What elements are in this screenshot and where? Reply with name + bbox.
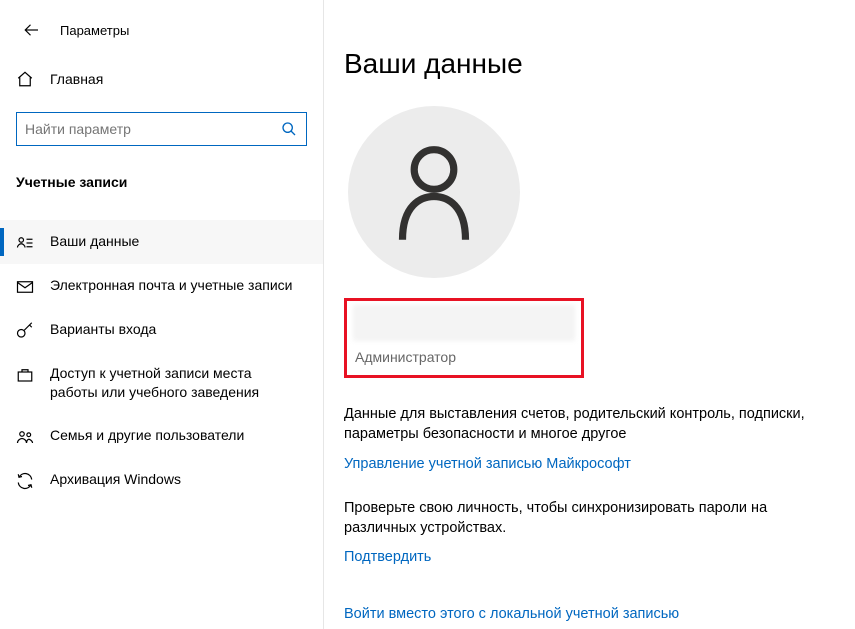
avatar[interactable] — [348, 106, 520, 278]
people-icon — [16, 428, 38, 446]
account-name-redacted — [353, 305, 575, 341]
briefcase-icon — [16, 366, 38, 384]
sidebar-item-label: Варианты входа — [50, 320, 164, 339]
page-title: Ваши данные — [344, 48, 855, 80]
back-button[interactable] — [16, 14, 48, 46]
sidebar-section-header: Учетные записи — [0, 174, 323, 190]
account-role: Администратор — [353, 349, 575, 365]
sidebar: Параметры Главная Учетные записи Ваши да… — [0, 0, 324, 629]
mail-icon — [16, 278, 38, 296]
avatar-container — [348, 106, 855, 278]
sidebar-home[interactable]: Главная — [0, 64, 323, 94]
arrow-left-icon — [23, 21, 41, 39]
verify-block: Проверьте свою личность, чтобы синхрониз… — [344, 498, 814, 566]
search-input[interactable] — [25, 113, 280, 145]
sidebar-item-family[interactable]: Семья и другие пользователи — [0, 414, 323, 458]
sidebar-item-backup[interactable]: Архивация Windows — [0, 458, 323, 502]
sidebar-item-label: Архивация Windows — [50, 470, 189, 489]
sidebar-item-work-school[interactable]: Доступ к учетной записи места работы или… — [0, 352, 323, 414]
verify-link[interactable]: Подтвердить — [344, 549, 431, 565]
billing-text: Данные для выставления счетов, родительс… — [344, 404, 814, 445]
manage-account-link[interactable]: Управление учетной записью Майкрософт — [344, 456, 631, 472]
local-account-link[interactable]: Войти вместо этого с локальной учетной з… — [344, 606, 679, 622]
sync-icon — [16, 472, 38, 490]
sidebar-item-label: Электронная почта и учетные записи — [50, 276, 300, 295]
sidebar-item-your-info[interactable]: Ваши данные — [0, 220, 323, 264]
sidebar-item-label: Семья и другие пользователи — [50, 426, 252, 445]
sidebar-item-label: Ваши данные — [50, 232, 147, 251]
main-content: Ваши данные Администратор Данные для выс… — [324, 0, 855, 629]
account-name-box: Администратор — [344, 298, 584, 378]
key-icon — [16, 322, 38, 340]
sidebar-item-email-accounts[interactable]: Электронная почта и учетные записи — [0, 264, 323, 308]
home-icon — [16, 70, 38, 88]
sidebar-item-signin-options[interactable]: Варианты входа — [0, 308, 323, 352]
verify-text: Проверьте свою личность, чтобы синхрониз… — [344, 498, 814, 539]
search-box[interactable] — [16, 112, 307, 146]
search-icon — [280, 121, 298, 137]
billing-block: Данные для выставления счетов, родительс… — [344, 404, 814, 472]
window-title: Параметры — [60, 23, 129, 38]
titlebar: Параметры — [0, 14, 323, 46]
person-icon — [389, 142, 479, 242]
sidebar-home-label: Главная — [50, 71, 103, 87]
id-card-icon — [16, 234, 38, 252]
sidebar-item-label: Доступ к учетной записи места работы или… — [50, 364, 307, 402]
